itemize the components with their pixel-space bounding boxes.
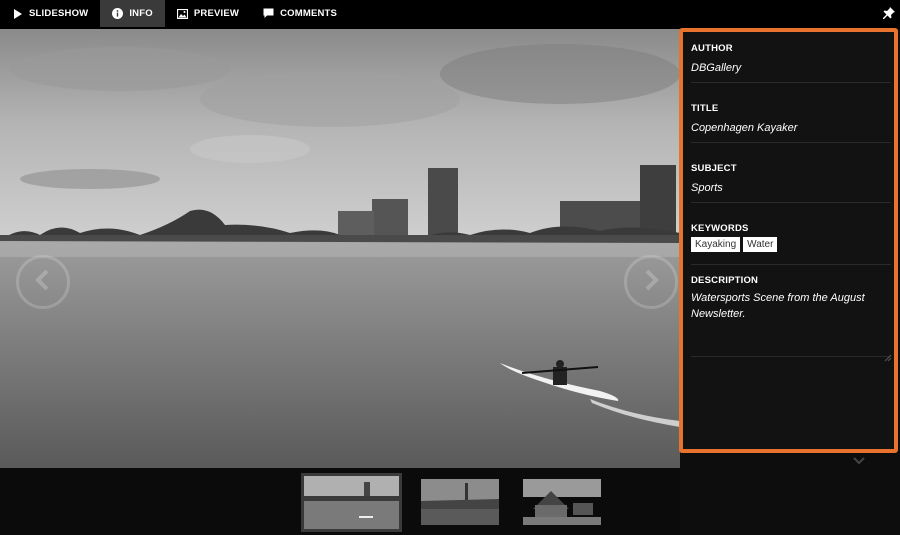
title-value[interactable]: Copenhagen Kayaker	[691, 120, 891, 136]
divider	[691, 82, 891, 83]
tab-preview-label: PREVIEW	[193, 8, 240, 19]
subject-field: SUBJECT Sports	[691, 163, 891, 196]
tab-slideshow[interactable]: SLIDESHOW	[0, 0, 100, 27]
author-field: AUTHOR DBGallery	[691, 43, 891, 76]
keyword-tag[interactable]: Kayaking	[691, 237, 741, 252]
divider	[691, 356, 891, 357]
thumbnail-strip	[0, 468, 680, 535]
keywords-field: KEYWORDS Kayaking Water	[691, 223, 891, 252]
main-photo	[0, 29, 680, 468]
previous-photo-button[interactable]	[16, 255, 70, 309]
play-icon	[12, 8, 23, 19]
tab-slideshow-label: SLIDESHOW	[29, 8, 89, 19]
pin-icon[interactable]	[882, 6, 896, 20]
comment-icon	[263, 8, 274, 19]
subject-value[interactable]: Sports	[691, 180, 891, 196]
tab-preview[interactable]: PREVIEW	[165, 0, 251, 27]
divider	[691, 142, 891, 143]
chevron-right-icon	[642, 269, 660, 296]
author-value[interactable]: DBGallery	[691, 60, 891, 76]
tab-info[interactable]: INFO	[100, 0, 165, 27]
top-toolbar: SLIDESHOW INFO PREVIEW COMMENTS	[0, 0, 900, 27]
description-value[interactable]: Watersports Scene from the August Newsle…	[691, 290, 891, 322]
keywords-label: KEYWORDS	[691, 223, 749, 234]
author-label: AUTHOR	[691, 43, 733, 54]
keywords-list: Kayaking Water	[691, 237, 891, 252]
title-field: TITLE Copenhagen Kayaker	[691, 103, 891, 136]
info-icon	[112, 8, 124, 19]
info-panel: AUTHOR DBGallery TITLE Copenhagen Kayake…	[679, 28, 898, 453]
chevron-left-icon	[34, 269, 52, 296]
next-photo-button[interactable]	[624, 255, 678, 309]
description-field: DESCRIPTION Watersports Scene from the A…	[691, 275, 891, 322]
tab-comments-label: COMMENTS	[280, 8, 338, 19]
description-label: DESCRIPTION	[691, 275, 759, 286]
tab-comments[interactable]: COMMENTS	[251, 0, 349, 27]
title-label: TITLE	[691, 103, 719, 114]
thumbnail-item[interactable]	[523, 479, 601, 525]
chevron-down-icon[interactable]	[853, 452, 865, 465]
divider	[691, 264, 891, 265]
resize-handle-icon[interactable]	[884, 349, 892, 362]
keyword-tag[interactable]: Water	[743, 237, 778, 252]
image-icon	[176, 8, 188, 19]
thumbnail-item[interactable]	[421, 479, 499, 525]
subject-label: SUBJECT	[691, 163, 737, 174]
divider	[691, 202, 891, 203]
thumbnail-selected[interactable]	[301, 473, 402, 532]
tab-info-label: INFO	[129, 8, 153, 19]
